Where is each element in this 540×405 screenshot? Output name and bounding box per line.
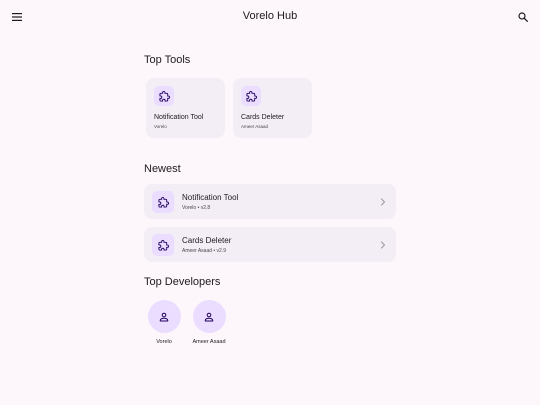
section-title-top-developers: Top Developers (144, 276, 221, 288)
top-tool-card-cards-deleter[interactable]: Cards Deleter Ameer Asaad (233, 78, 312, 138)
tool-developer: Ameer Asaad (241, 124, 269, 129)
chevron-right-icon (380, 241, 386, 249)
newest-item-cards-deleter[interactable]: Cards Deleter Ameer Asaad • v2.9 (144, 227, 396, 262)
developer-name: Vorelo (156, 339, 172, 345)
item-meta: Vorelo • v2.8 (182, 205, 211, 211)
puzzle-icon (157, 239, 169, 251)
tool-icon-tile (154, 86, 174, 106)
tool-developer: Vorelo (154, 124, 167, 129)
item-name: Cards Deleter (182, 236, 232, 245)
search-button[interactable] (515, 9, 531, 25)
puzzle-icon (245, 90, 257, 102)
avatar (192, 300, 226, 333)
tool-icon-tile (152, 234, 174, 256)
puzzle-icon (158, 90, 170, 102)
developer-vorelo[interactable]: Vorelo (140, 300, 188, 345)
newest-item-notification-tool[interactable]: Notification Tool Vorelo • v2.8 (144, 184, 396, 219)
developer-ameer-asaad[interactable]: Ameer Asaad (185, 300, 233, 345)
tool-icon-tile (152, 191, 174, 213)
search-icon (518, 12, 528, 22)
chevron-right-icon (380, 198, 386, 206)
puzzle-icon (157, 196, 169, 208)
section-title-newest: Newest (144, 163, 181, 175)
item-name: Notification Tool (182, 193, 239, 202)
tool-name: Notification Tool (154, 114, 204, 121)
top-app-bar: Vorelo Hub (0, 0, 540, 34)
developer-name: Ameer Asaad (192, 339, 226, 345)
tool-name: Cards Deleter (241, 114, 285, 121)
app-title: Vorelo Hub (242, 10, 298, 22)
person-icon (159, 312, 169, 321)
tool-icon-tile (241, 86, 261, 106)
person-icon (204, 312, 214, 321)
avatar (147, 300, 181, 333)
section-title-top-tools: Top Tools (144, 54, 191, 66)
item-meta: Ameer Asaad • v2.9 (182, 248, 226, 254)
top-tool-card-notification-tool[interactable]: Notification Tool Vorelo (146, 78, 225, 138)
